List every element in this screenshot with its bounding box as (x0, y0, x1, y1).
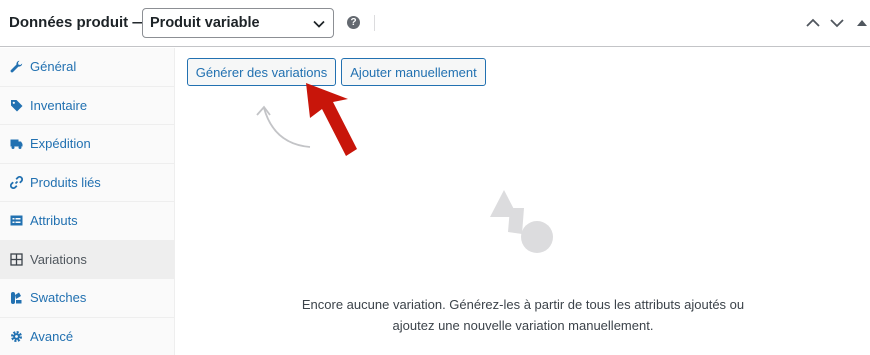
move-up-icon[interactable] (805, 16, 821, 30)
tab-general[interactable]: Général (0, 48, 174, 87)
tag-icon (10, 99, 23, 112)
empty-state-line: ajoutez une nouvelle variation manuellem… (392, 318, 654, 333)
section-title: Données produit — (9, 14, 148, 31)
truck-icon (10, 137, 23, 150)
link-icon (10, 175, 23, 189)
tab-label: Variations (30, 251, 87, 267)
product-data-tabs: Général Inventaire Expédition Produits l… (0, 48, 175, 355)
tab-shipping[interactable]: Expédition (0, 125, 174, 164)
tab-label: Swatches (30, 290, 87, 306)
empty-state-line: Encore aucune variation. Générez-les à p… (301, 297, 745, 312)
tab-label: Général (30, 59, 77, 75)
product-data-header: Données produit — Produit variable ? (0, 0, 870, 47)
move-down-icon[interactable] (829, 16, 845, 30)
red-pointer-arrow-icon (306, 83, 357, 156)
tab-label: Avancé (30, 328, 74, 344)
grid-icon (10, 253, 23, 266)
tab-inventory[interactable]: Inventaire (0, 87, 174, 125)
tab-label: Attributs (30, 213, 78, 229)
empty-state-message: Encore aucune variation. Générez-les à p… (176, 294, 870, 336)
wrench-icon (10, 60, 23, 73)
tab-swatches[interactable]: Swatches (0, 279, 174, 318)
tab-label: Expédition (30, 136, 91, 152)
collapse-toggle-icon[interactable] (856, 16, 868, 30)
tab-advanced[interactable]: Avancé (0, 318, 174, 355)
add-manually-button[interactable]: Ajouter manuellement (341, 58, 486, 86)
tab-linked-products[interactable]: Produits liés (0, 164, 174, 202)
tab-label: Produits liés (30, 174, 101, 190)
swatches-icon (10, 291, 23, 305)
tab-variations[interactable]: Variations (0, 240, 174, 279)
product-type-select[interactable]: Produit variable (142, 8, 334, 38)
tab-attributes[interactable]: Attributs (0, 202, 174, 241)
help-icon[interactable]: ? (347, 16, 360, 29)
list-card-icon (10, 214, 23, 227)
gear-icon (10, 330, 23, 343)
product-type-value: Produit variable (150, 15, 260, 31)
variations-panel: Générer des variations Ajouter manuellem… (176, 48, 870, 355)
chevron-down-icon (313, 20, 325, 28)
header-divider (374, 15, 375, 31)
tab-label: Inventaire (30, 97, 88, 113)
shapes-placeholder-icon (490, 190, 553, 253)
